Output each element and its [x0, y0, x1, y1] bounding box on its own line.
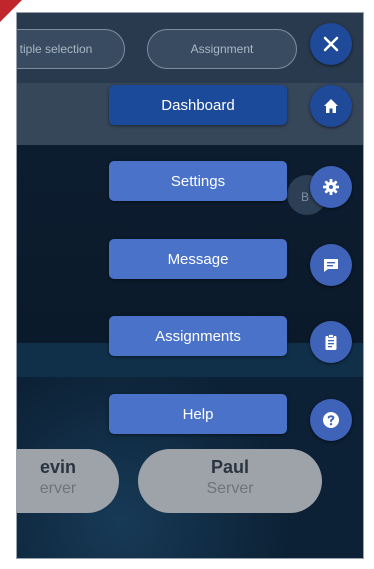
- dashboard-fab[interactable]: [310, 85, 352, 127]
- server-card-kevin[interactable]: evin erver: [17, 449, 119, 513]
- clipboard-icon: [325, 334, 337, 350]
- menu-item-settings[interactable]: Settings: [109, 161, 287, 201]
- menu-item-assignments[interactable]: Assignments: [109, 316, 287, 356]
- server-name: evin: [39, 457, 77, 477]
- server-name: Paul: [210, 457, 249, 477]
- close-menu-button[interactable]: [310, 23, 352, 65]
- home-icon: [324, 99, 338, 113]
- server-role: erver: [39, 480, 77, 497]
- partial-label: B: [301, 190, 310, 204]
- menu-item-dashboard[interactable]: Dashboard: [109, 85, 287, 125]
- gear-icon: [323, 179, 339, 195]
- close-icon: [323, 36, 339, 52]
- settings-fab[interactable]: [310, 166, 352, 208]
- server-role: Server: [206, 480, 254, 497]
- server-card-paul[interactable]: Paul Server: [138, 449, 322, 513]
- help-fab[interactable]: [310, 399, 352, 441]
- menu-item-help[interactable]: Help: [109, 394, 287, 434]
- assignment-button[interactable]: Assignment: [147, 29, 297, 69]
- multiple-selection-button[interactable]: tiple selection: [17, 29, 125, 69]
- message-icon: [324, 259, 338, 272]
- message-fab[interactable]: [310, 244, 352, 286]
- assignments-fab[interactable]: [310, 321, 352, 363]
- menu-item-message[interactable]: Message: [109, 239, 287, 279]
- app-frame: tiple selection Assignment B evin erver …: [16, 12, 364, 559]
- help-icon: [323, 412, 339, 428]
